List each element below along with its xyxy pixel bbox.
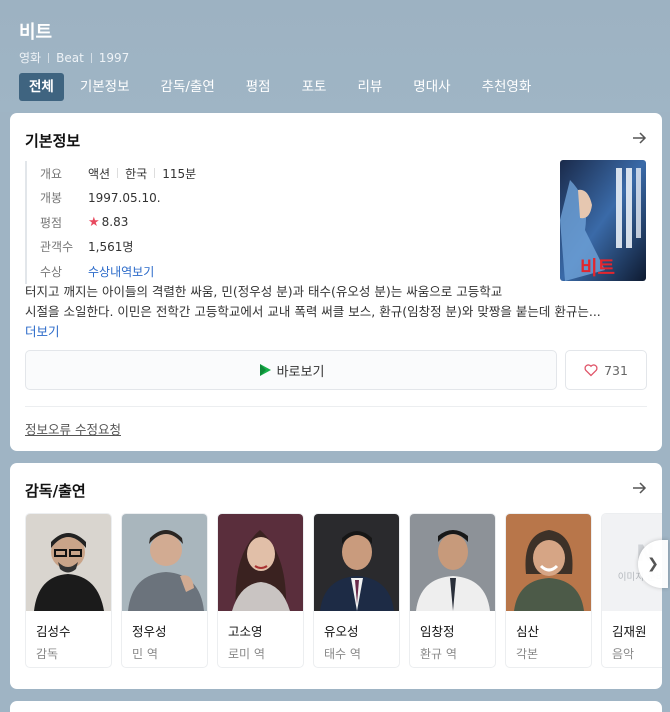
person-name: 임창정 (420, 624, 455, 639)
section-title[interactable]: 기본정보 (25, 130, 80, 151)
info-row-overview: 개요 액션 한국 115분 (40, 161, 545, 186)
rating-score: 8.83 (101, 215, 129, 230)
more-link[interactable]: 더보기 (25, 322, 647, 342)
arrow-right-icon[interactable] (630, 479, 648, 497)
person-role: 음악 (612, 647, 635, 661)
person-photo (410, 514, 495, 611)
audience-count: 1,561명 (88, 240, 134, 255)
chevron-right-icon: ❯ (647, 556, 659, 572)
cast-item[interactable]: 유오성 태수 역 (313, 513, 400, 668)
person-role: 로미 역 (228, 647, 265, 661)
person-name: 유오성 (324, 624, 359, 639)
tab-rating[interactable]: 평점 (238, 73, 279, 101)
info-list: 개요 액션 한국 115분 개봉 1997.05.10. 평점 ★ 8.83 관… (25, 161, 545, 284)
cast-item[interactable]: 고소영 로미 역 (217, 513, 304, 668)
like-count: 731 (604, 362, 628, 378)
english-title: Beat (56, 50, 84, 65)
person-name: 고소영 (228, 624, 263, 639)
divider (90, 52, 92, 63)
cast-item[interactable]: 심산 각본 (505, 513, 592, 668)
divider (154, 168, 156, 179)
info-row-awards: 수상 수상내역보기 (40, 259, 545, 284)
tab-recommended[interactable]: 추천영화 (474, 73, 540, 101)
tab-basic-info[interactable]: 기본정보 (72, 73, 138, 101)
tab-all[interactable]: 전체 (19, 73, 64, 101)
play-icon (259, 364, 271, 376)
tab-bar: 전체 기본정보 감독/출연 평점 포토 리뷰 명대사 추천영화 (19, 73, 554, 101)
person-role: 태수 역 (324, 647, 361, 661)
watch-now-label: 바로보기 (276, 364, 325, 380)
cast-item[interactable]: N 이미지 준비중 김재원 음악 (601, 513, 662, 668)
rating-value: ★ 8.83 (88, 215, 128, 230)
tab-cast[interactable]: 감독/출연 (153, 73, 223, 101)
person-photo (506, 514, 591, 611)
info-value: 액션 한국 115분 (88, 165, 196, 182)
info-key: 개봉 (40, 191, 63, 206)
person-photo (122, 514, 207, 611)
person-role: 민 역 (132, 647, 158, 661)
info-row-rating: 평점 ★ 8.83 (40, 210, 545, 235)
person-photo (218, 514, 303, 611)
tab-quotes[interactable]: 명대사 (405, 73, 458, 101)
genre: 액션 (88, 166, 111, 181)
movie-header: 비트 영화 Beat 1997 전체 기본정보 감독/출연 평점 포토 리뷰 명… (0, 0, 670, 112)
synopsis: 터지고 깨지는 아이들의 격렬한 싸움, 민(정우성 분)과 태수(유오성 분)… (25, 282, 647, 342)
movie-poster[interactable]: 비트 (560, 160, 646, 281)
basic-info-card: 기본정보 개요 액션 한국 115분 개봉 1997.05.10. 평점 ★ 8… (10, 113, 662, 451)
person-name: 정우성 (132, 624, 167, 639)
report-error-link[interactable]: 정보오류 수정요청 (25, 419, 121, 438)
cast-item[interactable]: 임창정 환규 역 (409, 513, 496, 668)
release-date: 1997.05.10. (88, 190, 161, 205)
cast-item[interactable]: 정우성 민 역 (121, 513, 208, 668)
info-key: 수상 (40, 264, 63, 279)
runtime: 115분 (162, 166, 197, 181)
synopsis-line: 터지고 깨지는 아이들의 격렬한 싸움, 민(정우성 분)과 태수(유오성 분)… (25, 284, 503, 299)
section-title[interactable]: 감독/출연 (25, 480, 86, 501)
person-role: 각본 (516, 647, 539, 661)
watch-now-button[interactable]: 바로보기 (25, 350, 557, 390)
country: 한국 (125, 166, 148, 181)
divider (25, 406, 647, 407)
cast-list: 김성수 감독 정우성 민 역 고소영 로미 역 유오성 태수 역 임창정 환규 … (25, 513, 662, 669)
poster-title: 비트 (580, 257, 615, 279)
info-key: 관객수 (40, 240, 74, 255)
cast-card: 감독/출연 김성수 감독 정우성 민 역 고소영 로미 역 유오성 태수 역 임… (10, 463, 662, 689)
star-icon: ★ (88, 214, 100, 230)
tab-review[interactable]: 리뷰 (349, 73, 390, 101)
synopsis-line: 시절을 소일한다. 이민은 전학간 고등학교에서 교내 폭력 써클 보스, 환규… (25, 304, 601, 319)
next-section-card (10, 701, 662, 712)
category-label: 영화 (19, 51, 42, 65)
person-name: 김재원 (612, 624, 647, 639)
person-role: 환규 역 (420, 647, 457, 661)
divider (48, 52, 50, 63)
heart-icon (584, 364, 598, 377)
person-photo (314, 514, 399, 611)
person-name: 심산 (516, 624, 540, 639)
info-row-audience: 관객수 1,561명 (40, 235, 545, 260)
like-button[interactable]: 731 (565, 350, 647, 390)
movie-meta: 영화 Beat 1997 (19, 49, 129, 66)
person-photo (26, 514, 111, 611)
divider (117, 168, 119, 179)
info-row-release: 개봉 1997.05.10. (40, 186, 545, 211)
movie-title: 비트 (19, 22, 53, 43)
release-year: 1997 (98, 50, 130, 65)
person-role: 감독 (36, 647, 59, 661)
info-key: 평점 (40, 215, 63, 230)
awards-link[interactable]: 수상내역보기 (88, 263, 154, 280)
info-key: 개요 (40, 166, 63, 181)
arrow-right-icon[interactable] (630, 129, 648, 147)
tab-photo[interactable]: 포토 (294, 73, 335, 101)
cast-item[interactable]: 김성수 감독 (25, 513, 112, 668)
person-name: 김성수 (36, 624, 71, 639)
poster-image: 비트 (560, 160, 646, 281)
